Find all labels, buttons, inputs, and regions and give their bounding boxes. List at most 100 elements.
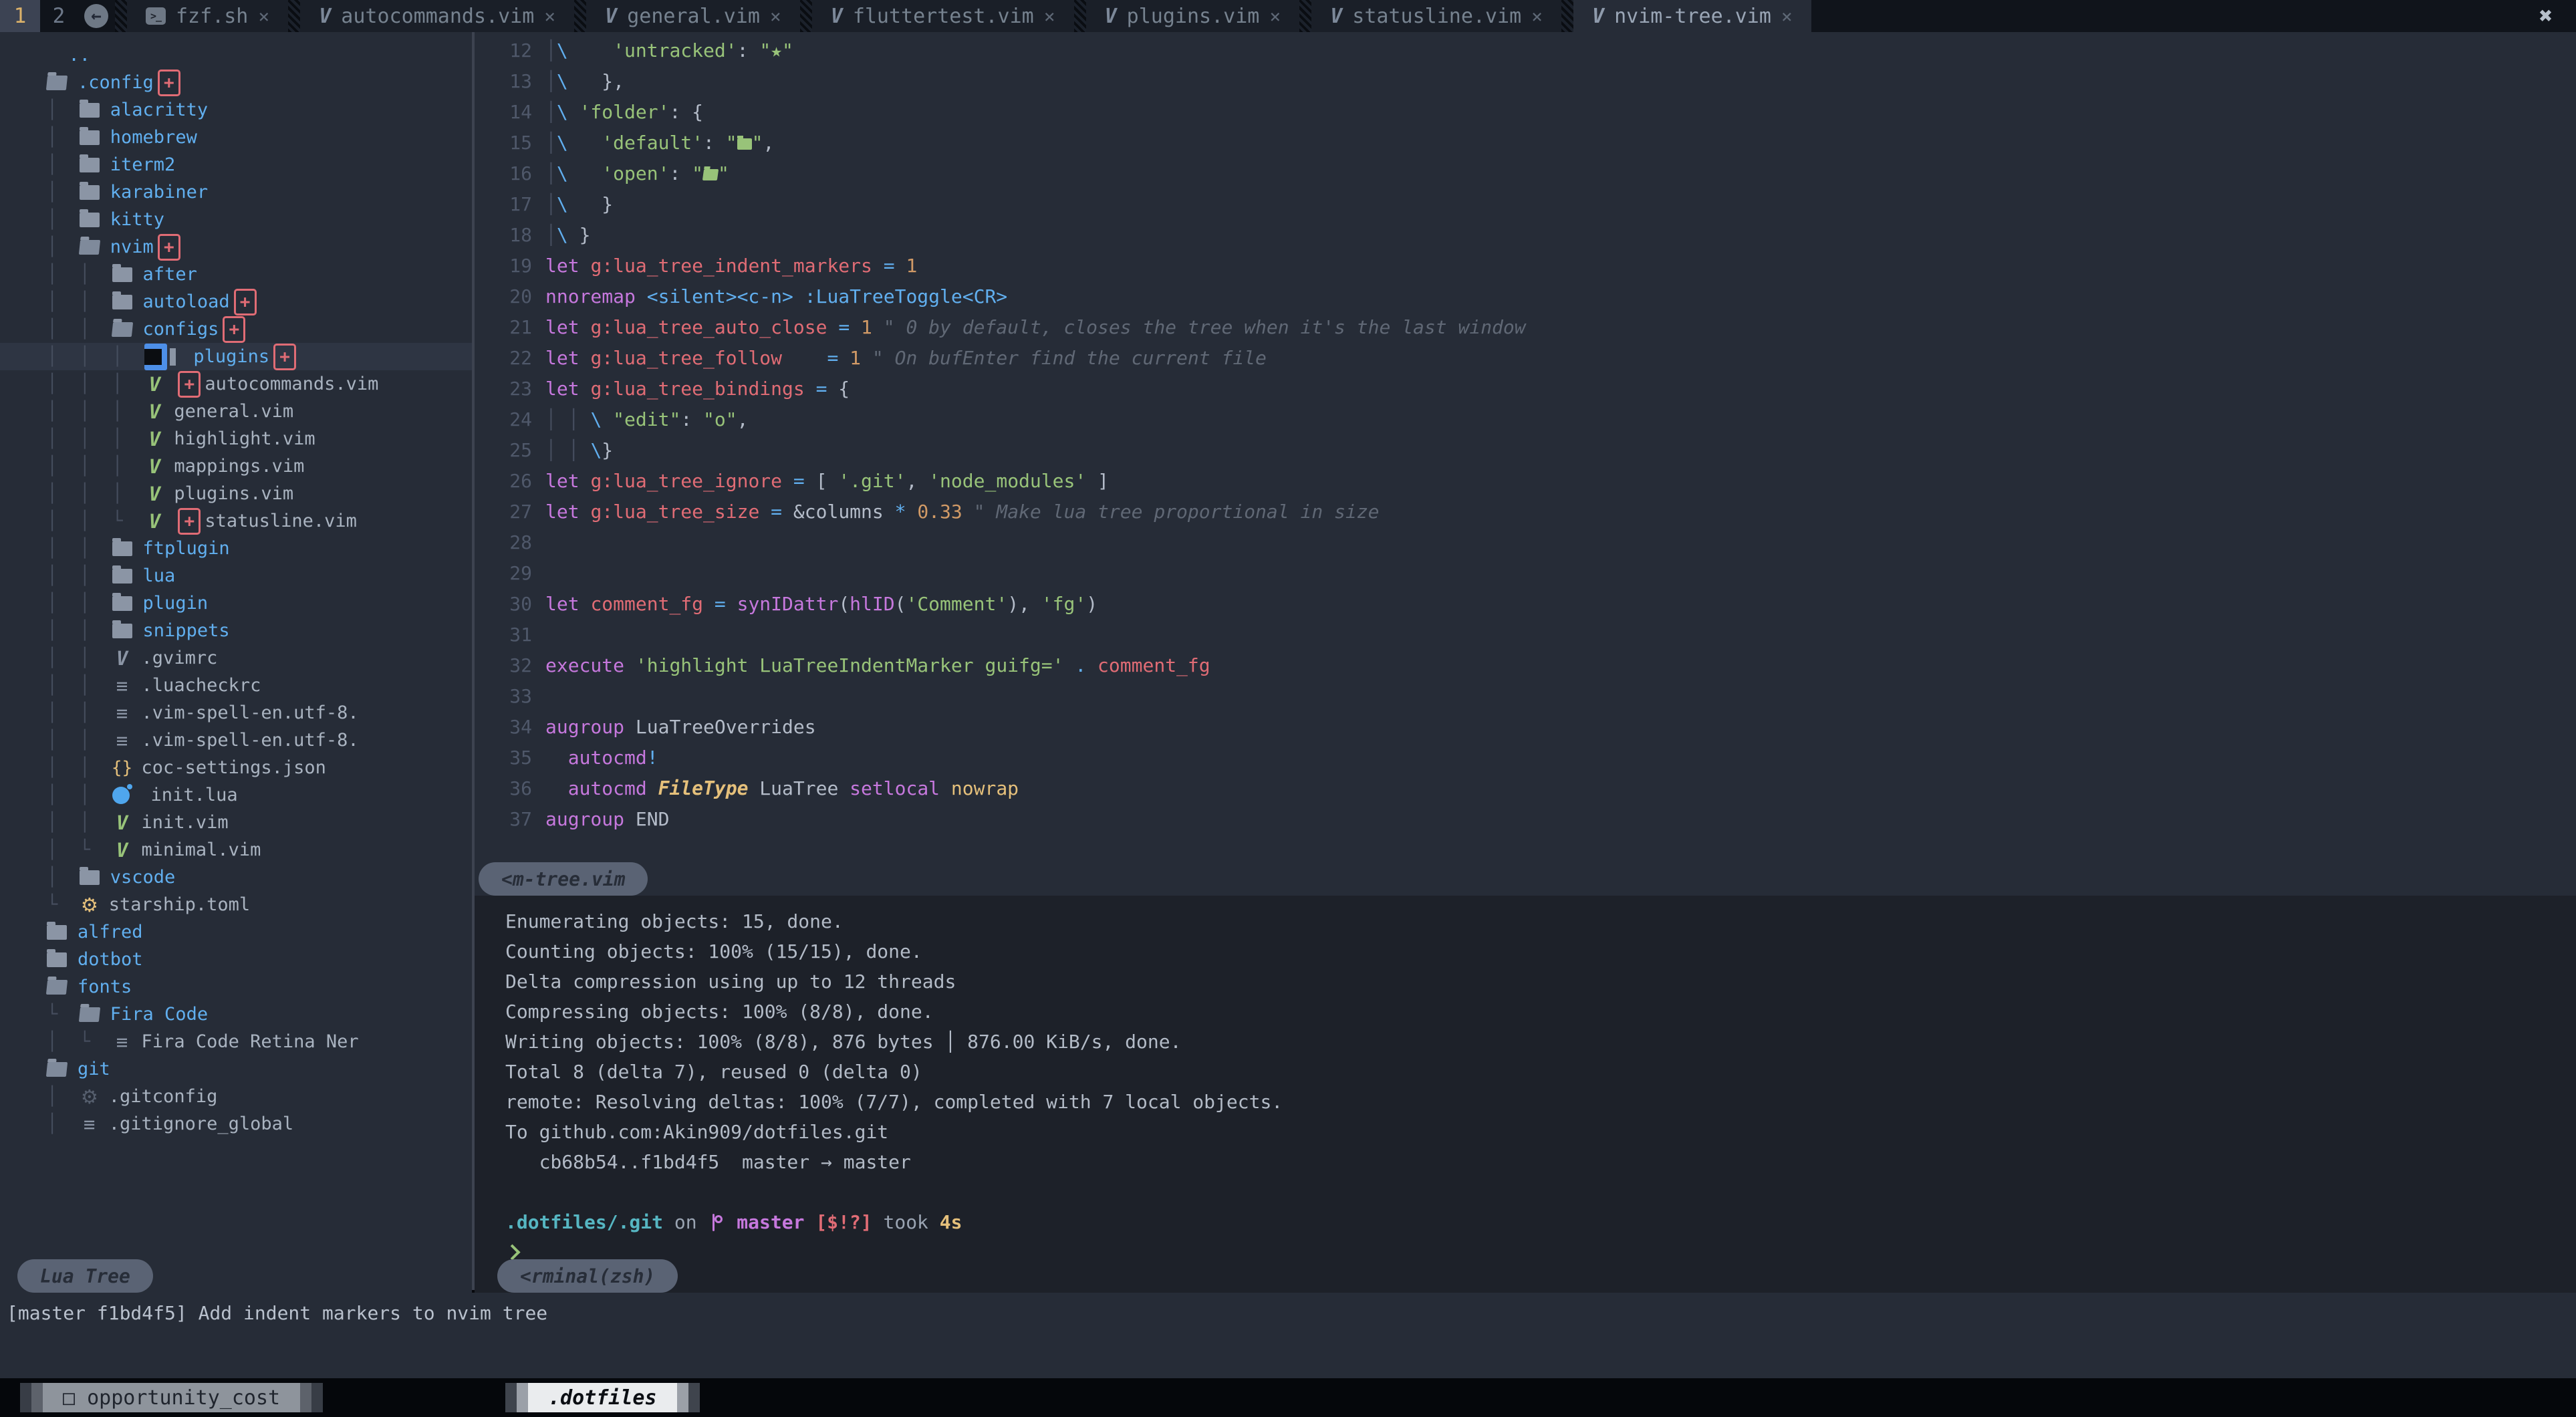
prompt-chevron-icon[interactable] xyxy=(505,1237,2576,1267)
tmux-window-dotfiles[interactable]: .dotfiles xyxy=(505,1383,700,1412)
tree-item-mappings.vim[interactable]: │ │ │ Vmappings.vim xyxy=(0,453,472,480)
vim-green-icon: V xyxy=(144,400,164,423)
code-line-19[interactable]: 19let g:lua_tree_indent_markers = 1 xyxy=(475,250,2576,281)
buffer-close-icon[interactable]: × xyxy=(1531,5,1543,27)
tree-item-after[interactable]: │ │ after xyxy=(0,261,472,288)
code-text: augroup END xyxy=(545,808,669,830)
tree-item-nvim[interactable]: │ nvim+ xyxy=(0,233,472,261)
code-line-24[interactable]: 24│ │ \ "edit": "o", xyxy=(475,404,2576,434)
tree-item-homebrew[interactable]: │ homebrew xyxy=(0,124,472,151)
tree-item-init.lua[interactable]: │ │ init.lua xyxy=(0,781,472,809)
code-line-13[interactable]: 13│\ }, xyxy=(475,66,2576,96)
tree-item-plugin[interactable]: │ │ plugin xyxy=(0,590,472,617)
tree-item-.vim-spell-en.utf-8.[interactable]: │ │ ≡.vim-spell-en.utf-8. xyxy=(0,727,472,754)
tree-item-starship.toml[interactable]: └ ⚙starship.toml xyxy=(0,891,472,918)
buffer-tab-plugins.vim[interactable]: Vplugins.vim× xyxy=(1086,0,1300,32)
tree-item-general.vim[interactable]: │ │ │ Vgeneral.vim xyxy=(0,398,472,425)
moon-icon xyxy=(112,787,142,804)
code-line-18[interactable]: 18│\ } xyxy=(475,219,2576,250)
terminal-output-line: Counting objects: 100% (15/15), done. xyxy=(505,936,2576,967)
code-line-32[interactable]: 32execute 'highlight LuaTreeIndentMarker… xyxy=(475,650,2576,680)
code-line-17[interactable]: 17│\ } xyxy=(475,188,2576,219)
tree-item-coc-settings.json[interactable]: │ │ {}coc-settings.json xyxy=(0,754,472,781)
tree-item-.gitconfig[interactable]: │ ⚙.gitconfig xyxy=(0,1083,472,1110)
tree-item-configs[interactable]: │ │ configs+ xyxy=(0,315,472,343)
code-line-25[interactable]: 25│ │ \} xyxy=(475,434,2576,465)
tree-item-plugins.vim[interactable]: │ │ │ Vplugins.vim xyxy=(0,480,472,507)
tree-item-statusline.vim[interactable]: │ │ └ V+statusline.vim xyxy=(0,507,472,535)
tree-item-fonts[interactable]: fonts xyxy=(0,973,472,1001)
tree-item-..[interactable]: .. xyxy=(0,41,472,69)
code-line-30[interactable]: 30let comment_fg = synIDattr(hlID('Comme… xyxy=(475,588,2576,619)
code-line-14[interactable]: 14│\ 'folder': { xyxy=(475,96,2576,127)
tree-item-minimal.vim[interactable]: │ └ Vminimal.vim xyxy=(0,836,472,864)
tree-item-iterm2[interactable]: │ iterm2 xyxy=(0,151,472,178)
vim-icon: V xyxy=(605,5,617,28)
tree-item-Fira-Code[interactable]: └ Fira Code xyxy=(0,1001,472,1028)
tree-item-Fira-Code-Retina-Ner[interactable]: │ └ ≡Fira Code Retina Ner xyxy=(0,1028,472,1055)
tree-item-ftplugin[interactable]: │ │ ftplugin xyxy=(0,535,472,562)
tree-item-karabiner[interactable]: │ karabiner xyxy=(0,178,472,206)
code-line-28[interactable]: 28 xyxy=(475,527,2576,557)
back-arrow-icon[interactable]: ← xyxy=(84,4,108,28)
buffer-tab-label: nvim-tree.vim xyxy=(1614,5,1771,28)
close-all-icon[interactable]: ✖ xyxy=(2516,0,2576,32)
buffer-close-icon[interactable]: × xyxy=(1269,5,1281,27)
code-line-34[interactable]: 34augroup LuaTreeOverrides xyxy=(475,711,2576,742)
line-number: 19 xyxy=(475,255,545,277)
code-line-27[interactable]: 27let g:lua_tree_size = &columns * 0.33 … xyxy=(475,496,2576,527)
buffer-tab-statusline.vim[interactable]: Vstatusline.vim× xyxy=(1311,0,1561,32)
code-text: │ │ \ "edit": "o", xyxy=(545,408,748,430)
code-line-20[interactable]: 20nnoremap <silent><c-n> :LuaTreeToggle<… xyxy=(475,281,2576,311)
buffer-tab-general.vim[interactable]: Vgeneral.vim× xyxy=(586,0,800,32)
code-line-37[interactable]: 37augroup END xyxy=(475,803,2576,834)
code-editor[interactable]: 12│\ 'untracked': "★"13│\ },14│\ 'folder… xyxy=(475,32,2576,900)
tree-item-git[interactable]: git xyxy=(0,1055,472,1083)
code-line-15[interactable]: 15│\ 'default': "", xyxy=(475,127,2576,158)
tree-item-vscode[interactable]: │ vscode xyxy=(0,864,472,891)
code-line-23[interactable]: 23let g:lua_tree_bindings = { xyxy=(475,373,2576,404)
code-line-21[interactable]: 21let g:lua_tree_auto_close = 1 " 0 by d… xyxy=(475,311,2576,342)
code-line-31[interactable]: 31 xyxy=(475,619,2576,650)
tree-item-autocommands.vim[interactable]: │ │ │ V+autocommands.vim xyxy=(0,370,472,398)
buffer-tab-fzf.sh[interactable]: >_fzf.sh× xyxy=(127,0,288,32)
tree-item-highlight.vim[interactable]: │ │ │ Vhighlight.vim xyxy=(0,425,472,453)
code-line-16[interactable]: 16│\ 'open': "" xyxy=(475,158,2576,188)
tree-item-.luacheckrc[interactable]: │ │ ≡.luacheckrc xyxy=(0,672,472,699)
tree-item-.gvimrc[interactable]: │ │ V.gvimrc xyxy=(0,644,472,672)
code-text: nnoremap <silent><c-n> :LuaTreeToggle<CR… xyxy=(545,285,1007,307)
tree-item-snippets[interactable]: │ │ snippets xyxy=(0,617,472,644)
tree-item-.vim-spell-en.utf-8.[interactable]: │ │ ≡.vim-spell-en.utf-8. xyxy=(0,699,472,727)
code-line-36[interactable]: 36 autocmd FileType LuaTree setlocal now… xyxy=(475,773,2576,803)
tmux-window-label: □ opportunity_cost xyxy=(43,1383,300,1412)
code-line-29[interactable]: 29 xyxy=(475,557,2576,588)
buffer-close-icon[interactable]: × xyxy=(770,5,781,27)
tree-item-lua[interactable]: │ │ lua xyxy=(0,562,472,590)
tmux-window-opportunity-cost[interactable]: □ opportunity_cost xyxy=(20,1383,323,1412)
buffer-close-icon[interactable]: × xyxy=(1044,5,1055,27)
code-line-22[interactable]: 22let g:lua_tree_follow = 1 " On bufEnte… xyxy=(475,342,2576,373)
tabpage-2-indicator[interactable]: 2 xyxy=(40,0,78,32)
terminal-pane[interactable]: Enumerating objects: 15, done.Counting o… xyxy=(475,896,2576,1303)
code-line-26[interactable]: 26let g:lua_tree_ignore = [ '.git', 'nod… xyxy=(475,465,2576,496)
tree-item-init.vim[interactable]: │ │ Vinit.vim xyxy=(0,809,472,836)
code-line-35[interactable]: 35 autocmd! xyxy=(475,742,2576,773)
tree-item-.gitignore-global[interactable]: │ ≡.gitignore_global xyxy=(0,1110,472,1138)
buffer-tab-nvim-tree.vim[interactable]: Vnvim-tree.vim× xyxy=(1573,0,1811,32)
buffer-close-icon[interactable]: × xyxy=(544,5,555,27)
tree-item-dotbot[interactable]: dotbot xyxy=(0,946,472,973)
code-line-12[interactable]: 12│\ 'untracked': "★" xyxy=(475,35,2576,66)
tree-item-alfred[interactable]: alfred xyxy=(0,918,472,946)
buffer-close-icon[interactable]: × xyxy=(1781,5,1793,27)
buffer-tab-autocommands.vim[interactable]: Vautocommands.vim× xyxy=(300,0,574,32)
tree-item-plugins[interactable]: │ │ │ plugins+ xyxy=(0,343,472,370)
buffer-tab-fluttertest.vim[interactable]: Vfluttertest.vim× xyxy=(812,0,1074,32)
tabpage-1-indicator[interactable]: 1 xyxy=(0,0,40,32)
buffer-close-icon[interactable]: × xyxy=(258,5,269,27)
tree-item-alacritty[interactable]: │ alacritty xyxy=(0,96,472,124)
tree-item-kitty[interactable]: │ kitty xyxy=(0,206,472,233)
buffer-tabline: 1 2 ← >_fzf.sh× Vautocommands.vim× Vgenera… xyxy=(0,0,2576,32)
tree-item-.config[interactable]: .config+ xyxy=(0,69,472,96)
code-line-33[interactable]: 33 xyxy=(475,680,2576,711)
tree-item-autoload[interactable]: │ │ autoload+ xyxy=(0,288,472,315)
